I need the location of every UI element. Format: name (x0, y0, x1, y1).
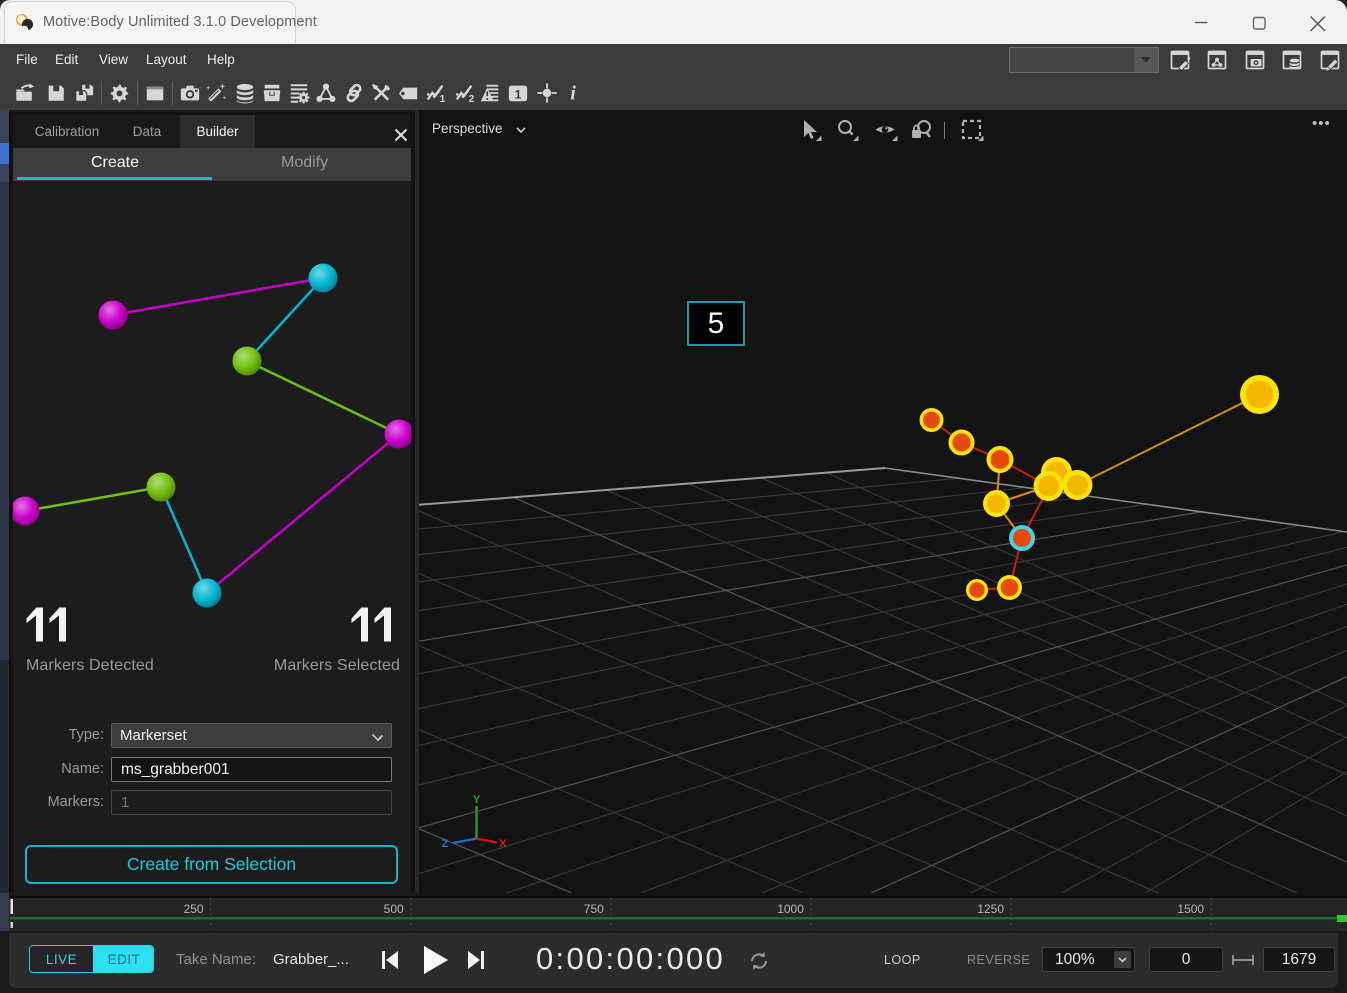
svg-text:1250: 1250 (977, 902, 1004, 916)
svg-text:Y: Y (473, 794, 481, 806)
svg-text:250: 250 (184, 902, 204, 916)
svg-text:Z: Z (442, 838, 449, 850)
svg-text:1500: 1500 (1177, 902, 1204, 916)
svg-text:X: X (499, 838, 507, 850)
svg-text:2: 2 (469, 94, 475, 104)
svg-text:1000: 1000 (777, 902, 804, 916)
svg-text:500: 500 (384, 902, 404, 916)
svg-text:750: 750 (584, 902, 604, 916)
svg-text:1: 1 (440, 94, 446, 104)
svg-text:1: 1 (515, 88, 522, 102)
svg-text:i: i (570, 82, 576, 104)
